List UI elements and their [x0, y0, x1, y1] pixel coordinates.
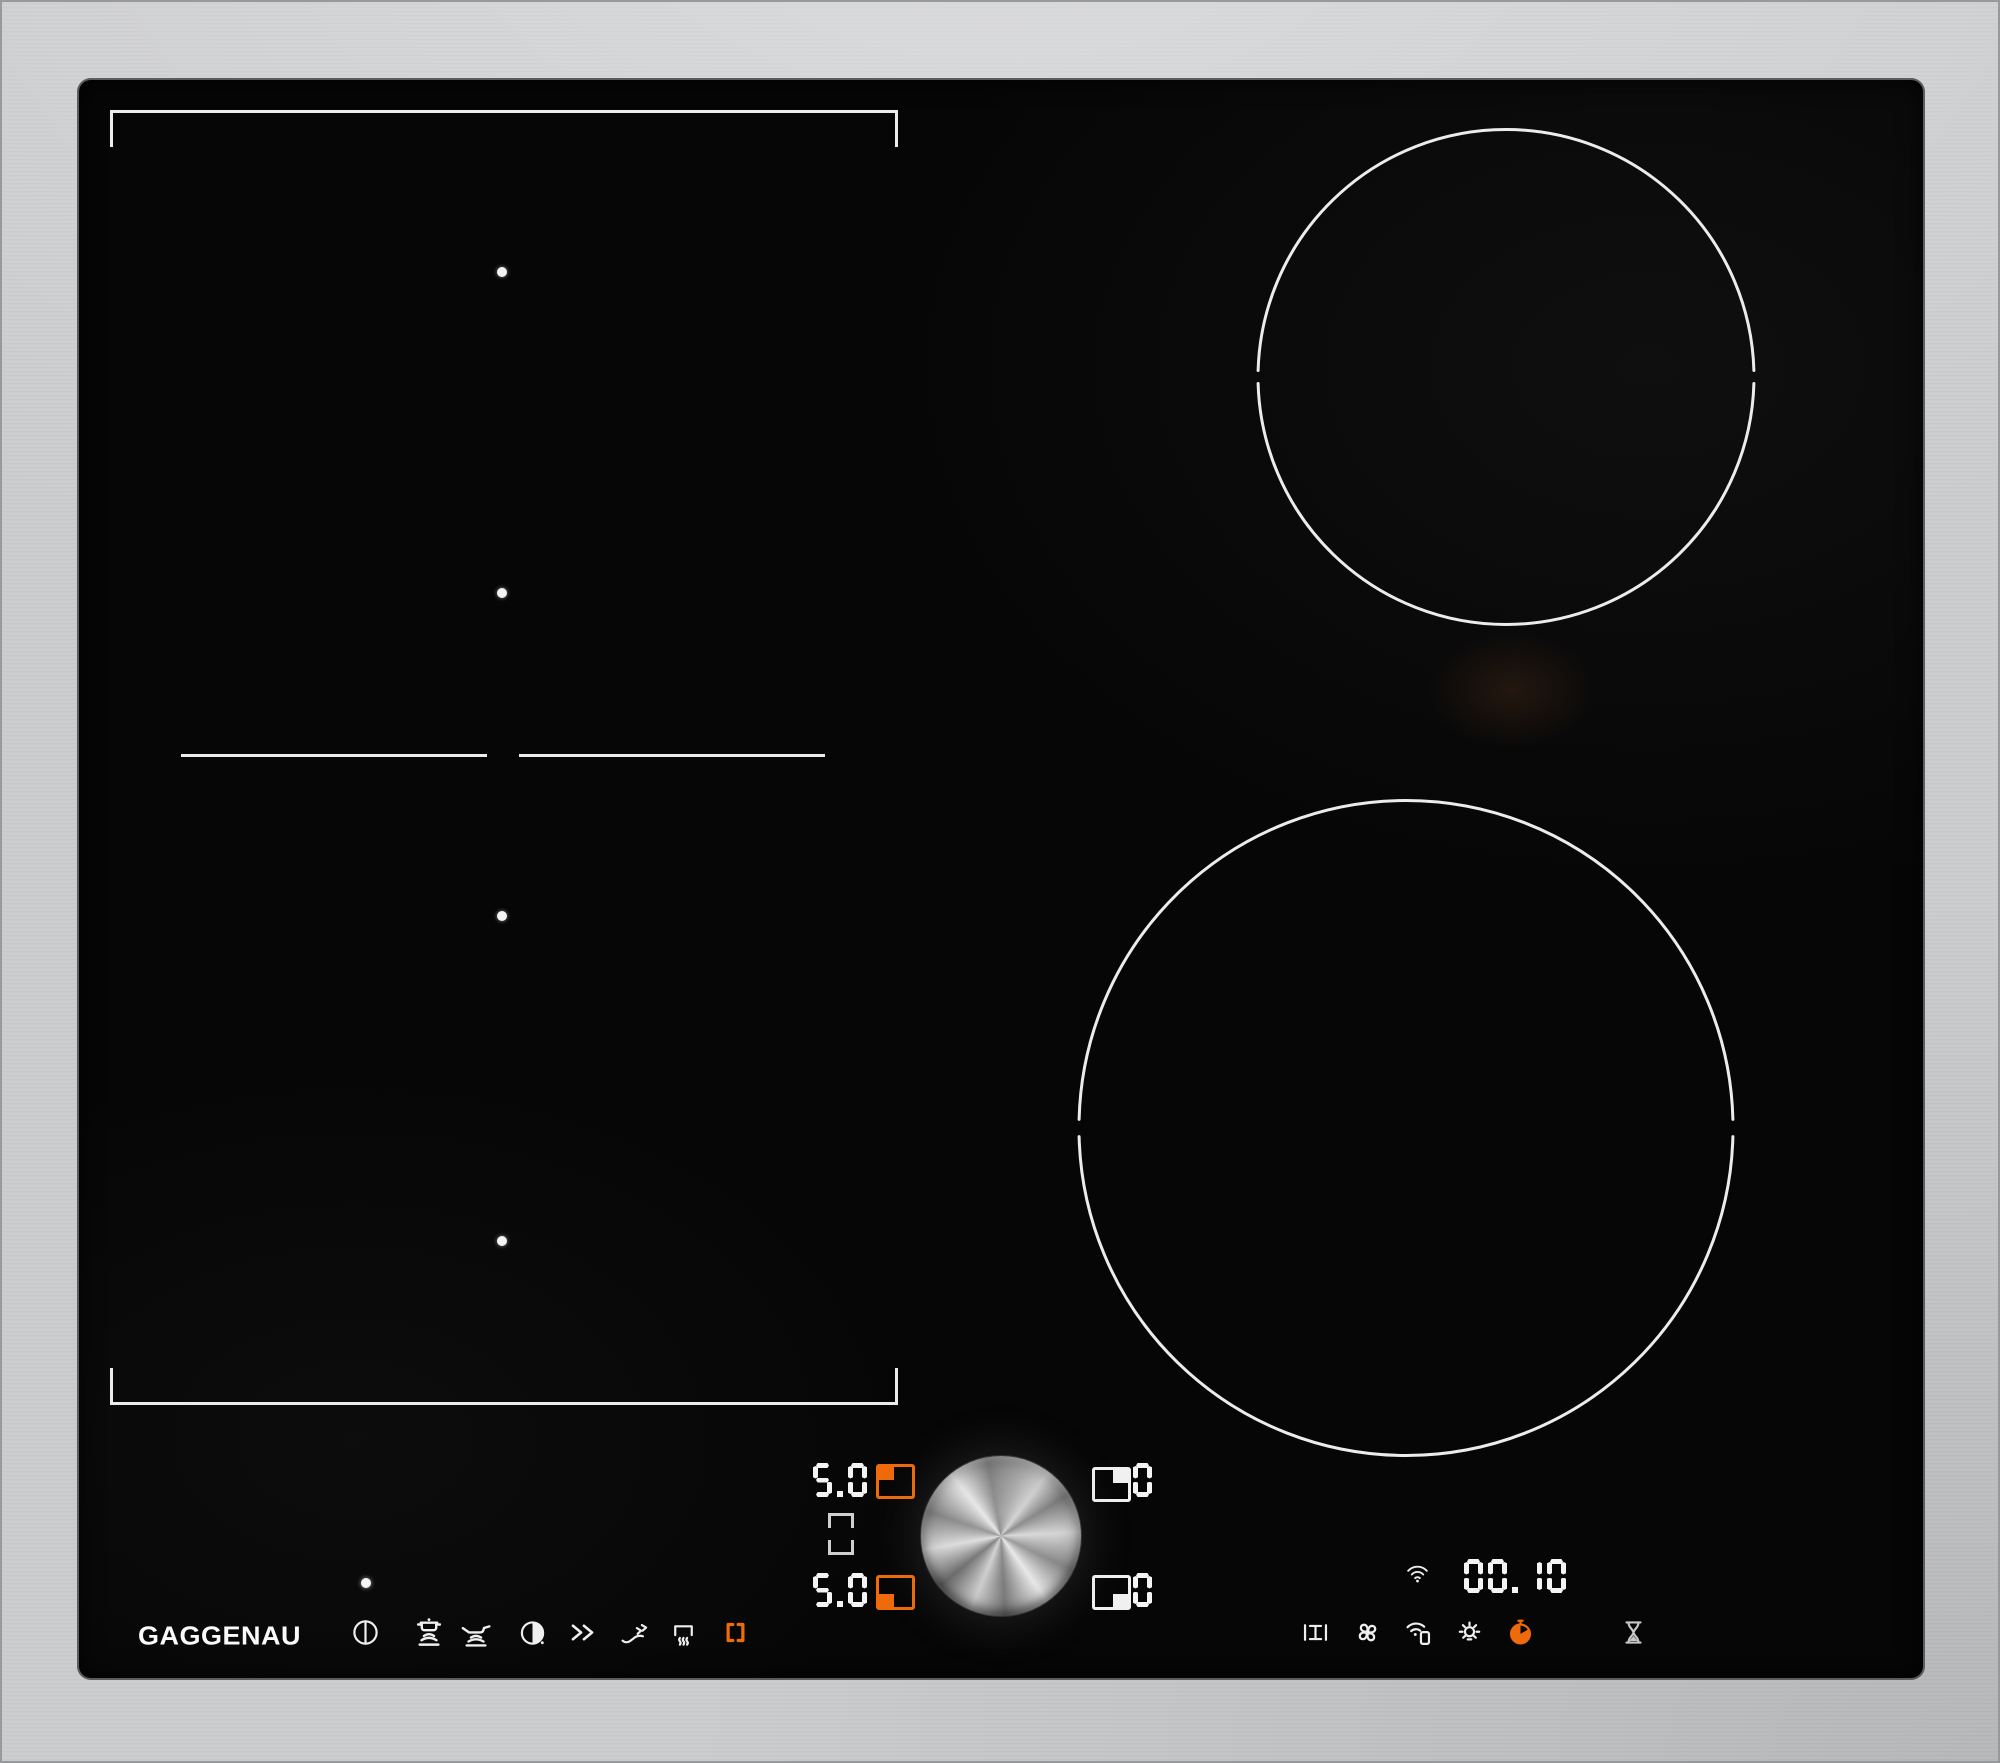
zone-indicator-left-rear-icon: [876, 1464, 915, 1499]
zone-indicator-left-front-icon: [876, 1575, 915, 1610]
i-beam-icon: [1303, 1623, 1327, 1641]
boost-button[interactable]: [560, 1610, 604, 1654]
cooking-sensor-button[interactable]: [407, 1610, 451, 1654]
keep-warm-icon: [673, 1624, 693, 1646]
timer-display: [1464, 1559, 1566, 1593]
power-icon: [352, 1619, 378, 1645]
reflection-smudge: [1427, 633, 1597, 748]
level-display-right-rear: [1133, 1463, 1152, 1497]
front-right-zone-circle: [1077, 798, 1735, 1458]
stopwatch-icon: [1509, 1619, 1531, 1644]
hourglass-icon: [1624, 1620, 1642, 1644]
fan-button[interactable]: [1345, 1610, 1389, 1654]
glass-surface: GAGGENAU: [77, 78, 1925, 1680]
clock-icon: [520, 1620, 544, 1645]
flex-zone-button[interactable]: [713, 1610, 757, 1654]
pot-sensor-icon: [416, 1618, 442, 1646]
flex-bracket-icon: [726, 1622, 744, 1642]
cooking-zone-circles: [1077, 128, 1756, 1458]
gaggenau-induction-cooktop: GAGGENAU: [0, 0, 2000, 1763]
zone-indicator-right-rear-icon: [1092, 1467, 1131, 1502]
light-icon: [1458, 1620, 1480, 1640]
keep-warm-button[interactable]: [661, 1610, 705, 1654]
power-indicator-dot: [361, 1578, 371, 1588]
level-display-left-rear: [813, 1463, 867, 1497]
zone-indicator-right-front-icon: [1092, 1575, 1131, 1610]
pan-sensor-icon: [461, 1625, 491, 1647]
double-chevron-icon: [571, 1623, 593, 1641]
home-connect-button[interactable]: [1396, 1610, 1440, 1654]
wifi-icon: [1404, 1560, 1431, 1587]
wifi-icon: [1407, 1565, 1428, 1583]
level-display-left-front: [813, 1573, 867, 1607]
power-button[interactable]: [343, 1610, 387, 1654]
hood-control-button[interactable]: [1293, 1610, 1337, 1654]
rear-right-zone-circle: [1256, 128, 1756, 626]
control-knob[interactable]: [921, 1456, 1081, 1616]
short-term-timer-button[interactable]: [1611, 1610, 1655, 1654]
fan-icon: [1358, 1623, 1376, 1641]
transfer-icon: [621, 1623, 647, 1643]
bridge-link-top-icon: [828, 1513, 854, 1528]
brand-logo: GAGGENAU: [138, 1621, 302, 1651]
light-button[interactable]: [1447, 1610, 1491, 1654]
level-display-right-front: [1133, 1573, 1152, 1607]
stopwatch-timer-button[interactable]: [1498, 1610, 1542, 1654]
frying-sensor-button[interactable]: [454, 1610, 498, 1654]
wifi-device-icon: [1405, 1622, 1430, 1645]
bridge-link-bottom-icon: [828, 1540, 854, 1555]
timer-clock-button[interactable]: [510, 1610, 554, 1654]
pan-transfer-button[interactable]: [612, 1610, 656, 1654]
